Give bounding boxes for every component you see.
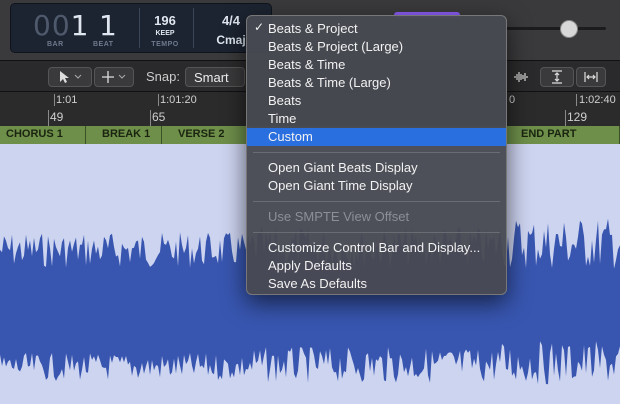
waveform-lower: [0, 341, 620, 404]
marker-end-part[interactable]: END PART: [505, 126, 620, 144]
ruler-time-label: 1:01: [56, 94, 78, 106]
ruler-tick: [158, 94, 159, 106]
lcd-divider: [193, 8, 194, 48]
ruler-tick: [150, 110, 151, 126]
menu-item-customize-control-bar[interactable]: Customize Control Bar and Display...: [247, 239, 506, 257]
tempo-label: TEMPO: [151, 41, 179, 48]
menu-item-beats-project-large[interactable]: Beats & Project (Large): [247, 38, 506, 56]
waveform-zoom-icon[interactable]: [510, 67, 532, 87]
menu-item-custom[interactable]: Custom: [247, 128, 506, 146]
tempo-mode: KEEP: [155, 30, 175, 37]
menu-item-beats-project[interactable]: ✓ Beats & Project: [247, 20, 506, 38]
ruler-time-label: 1:01:20: [160, 94, 197, 106]
volume-track: [506, 27, 606, 30]
ruler-bar-label: 49: [50, 110, 64, 124]
pointer-icon: [60, 71, 69, 83]
ruler-bar-label: 129: [567, 110, 588, 124]
snap-dropdown[interactable]: Smart: [185, 67, 245, 87]
menu-item-save-as-defaults[interactable]: Save As Defaults: [247, 275, 506, 293]
menu-item-apply-defaults[interactable]: Apply Defaults: [247, 257, 506, 275]
menu-item-open-giant-time-display[interactable]: Open Giant Time Display: [247, 177, 506, 195]
ruler-bar-label: 65: [152, 110, 166, 124]
snap-label: Snap:: [146, 69, 180, 84]
lcd-display-mode-menu[interactable]: ✓ Beats & Project Beats & Project (Large)…: [246, 15, 507, 295]
marker-verse-2[interactable]: VERSE 2: [162, 126, 252, 144]
lcd-display[interactable]: 001 BAR 1 BEAT 196 KEEP TEMPO 4/4 Cmaj: [10, 3, 272, 53]
ruler-tick: [565, 110, 566, 126]
chevron-down-icon: [118, 74, 126, 79]
menu-separator: [253, 232, 500, 233]
marker-break-1[interactable]: BREAK 1: [86, 126, 162, 144]
beat-readout: 1: [99, 9, 117, 42]
menu-item-time[interactable]: Time: [247, 110, 506, 128]
chevron-down-icon: [74, 74, 82, 79]
ruler-tick: [48, 110, 49, 126]
beat-label: BEAT: [93, 41, 114, 48]
lcd-divider: [139, 8, 140, 48]
menu-item-open-giant-beats-display[interactable]: Open Giant Beats Display: [247, 159, 506, 177]
pointer-tool-button[interactable]: [48, 67, 92, 87]
menu-item-beats-time-large[interactable]: Beats & Time (Large): [247, 74, 506, 92]
horizontal-zoom-icon: [584, 72, 598, 82]
menu-item-use-smpte-view-offset: Use SMPTE View Offset: [268, 209, 410, 224]
bar-label: BAR: [47, 41, 64, 48]
crosshair-icon: [102, 71, 114, 83]
tempo-value[interactable]: 196: [145, 13, 185, 28]
horizontal-zoom-button[interactable]: [576, 67, 606, 87]
checkmark-icon: ✓: [254, 20, 265, 34]
ruler-tick: [54, 94, 55, 106]
menu-item-beats-time[interactable]: Beats & Time: [247, 56, 506, 74]
menu-separator: [253, 201, 500, 202]
ruler-tick: [576, 94, 577, 106]
marker-chorus-1[interactable]: CHORUS 1: [0, 126, 86, 144]
ruler-time-label: 0: [509, 94, 516, 106]
vertical-zoom-button[interactable]: [540, 67, 574, 87]
ruler-time-label: 1:02:40: [579, 94, 616, 106]
volume-knob[interactable]: [560, 20, 578, 38]
menu-item-beats[interactable]: Beats: [247, 92, 506, 110]
marquee-tool-button[interactable]: [94, 67, 134, 87]
menu-separator: [253, 152, 500, 153]
vertical-zoom-icon: [552, 70, 562, 84]
bar-readout: 001: [33, 9, 90, 42]
master-volume-slider[interactable]: [506, 20, 610, 38]
